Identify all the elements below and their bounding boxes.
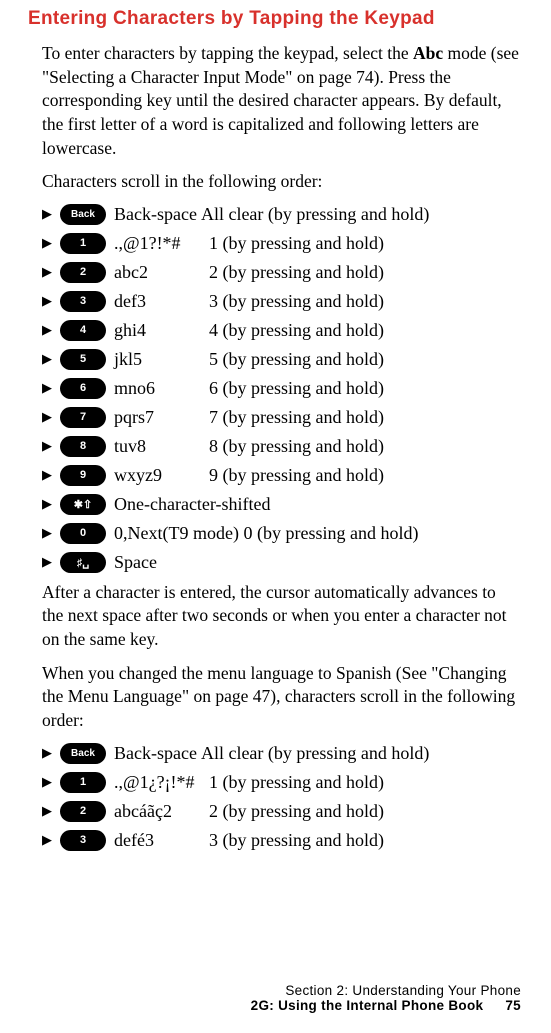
section-heading: Entering Characters by Tapping the Keypa… — [28, 8, 521, 30]
desc-2: 2 (by pressing and hold) — [209, 262, 521, 283]
chars-3-es: defé3 — [114, 830, 209, 851]
chars-7: pqrs7 — [114, 407, 209, 428]
list-marker-icon: ▶ — [42, 438, 54, 454]
desc-6: 6 (by pressing and hold) — [209, 378, 521, 399]
keycap-1-icon: 1 — [60, 233, 106, 254]
keycap-2-icon: 2 — [60, 262, 106, 283]
chars-back-es: Back-space — [114, 743, 197, 764]
chars-2: abc2 — [114, 262, 209, 283]
list-marker-icon: ▶ — [42, 774, 54, 790]
desc-back: All clear (by pressing and hold) — [201, 204, 521, 225]
key-item-star: ▶ ✱⇧ One-character-shifted — [42, 494, 521, 515]
scroll-order-paragraph: Characters scroll in the following order… — [42, 170, 521, 194]
key-item-4: ▶ 4 ghi4 4 (by pressing and hold) — [42, 320, 521, 341]
desc-4: 4 (by pressing and hold) — [209, 320, 521, 341]
key-item-2: ▶ 2 abc2 2 (by pressing and hold) — [42, 262, 521, 283]
key-item-back-es: ▶ Back Back-space All clear (by pressing… — [42, 743, 521, 764]
footer-section: Section 2: Understanding Your Phone — [251, 983, 521, 998]
key-item-1-es: ▶ 1 .,@1¿?¡!*# 1 (by pressing and hold) — [42, 772, 521, 793]
key-item-7: ▶ 7 pqrs7 7 (by pressing and hold) — [42, 407, 521, 428]
list-marker-icon: ▶ — [42, 206, 54, 222]
chars-back: Back-space — [114, 204, 197, 225]
key-item-3-es: ▶ 3 defé3 3 (by pressing and hold) — [42, 830, 521, 851]
key-item-5: ▶ 5 jkl5 5 (by pressing and hold) — [42, 349, 521, 370]
page-number: 75 — [505, 998, 521, 1013]
desc-1: 1 (by pressing and hold) — [209, 233, 521, 254]
key-item-8: ▶ 8 tuv8 8 (by pressing and hold) — [42, 436, 521, 457]
keycap-2-icon: 2 — [60, 801, 106, 822]
chars-4: ghi4 — [114, 320, 209, 341]
intro-paragraph: To enter characters by tapping the keypa… — [42, 42, 521, 160]
list-marker-icon: ▶ — [42, 409, 54, 425]
chars-0: 0,Next(T9 mode) 0 (by pressing and hold) — [114, 523, 521, 544]
desc-3-es: 3 (by pressing and hold) — [209, 830, 521, 851]
keycap-8-icon: 8 — [60, 436, 106, 457]
keycap-9-icon: 9 — [60, 465, 106, 486]
keycap-6-icon: 6 — [60, 378, 106, 399]
desc-7: 7 (by pressing and hold) — [209, 407, 521, 428]
keycap-3-icon: 3 — [60, 291, 106, 312]
key-list-english: ▶ Back Back-space All clear (by pressing… — [42, 204, 521, 573]
list-marker-icon: ▶ — [42, 554, 54, 570]
keycap-5-icon: 5 — [60, 349, 106, 370]
keycap-7-icon: 7 — [60, 407, 106, 428]
list-marker-icon: ▶ — [42, 496, 54, 512]
list-marker-icon: ▶ — [42, 803, 54, 819]
desc-9: 9 (by pressing and hold) — [209, 465, 521, 486]
key-item-3: ▶ 3 def3 3 (by pressing and hold) — [42, 291, 521, 312]
footer-subsection-text: 2G: Using the Internal Phone Book — [251, 998, 484, 1013]
chars-1: .,@1?!*# — [114, 233, 209, 254]
keycap-star-icon: ✱⇧ — [60, 494, 106, 515]
intro-bold: Abc — [413, 43, 443, 63]
chars-star: One-character-shifted — [114, 494, 521, 515]
chars-6: mno6 — [114, 378, 209, 399]
list-marker-icon: ▶ — [42, 322, 54, 338]
key-item-9: ▶ 9 wxyz9 9 (by pressing and hold) — [42, 465, 521, 486]
desc-3: 3 (by pressing and hold) — [209, 291, 521, 312]
page-footer: Section 2: Understanding Your Phone 2G: … — [251, 983, 521, 1013]
desc-8: 8 (by pressing and hold) — [209, 436, 521, 457]
key-item-2-es: ▶ 2 abcáãç2 2 (by pressing and hold) — [42, 801, 521, 822]
list-marker-icon: ▶ — [42, 293, 54, 309]
footer-subsection: 2G: Using the Internal Phone Book 75 — [251, 998, 521, 1013]
list-marker-icon: ▶ — [42, 235, 54, 251]
key-item-0: ▶ 0 0,Next(T9 mode) 0 (by pressing and h… — [42, 523, 521, 544]
key-item-back: ▶ Back Back-space All clear (by pressing… — [42, 204, 521, 225]
list-marker-icon: ▶ — [42, 351, 54, 367]
keycap-back-icon: Back — [60, 204, 106, 225]
desc-5: 5 (by pressing and hold) — [209, 349, 521, 370]
chars-2-es: abcáãç2 — [114, 801, 209, 822]
chars-pound: Space — [114, 552, 521, 573]
keycap-4-icon: 4 — [60, 320, 106, 341]
after-character-paragraph: After a character is entered, the cursor… — [42, 581, 521, 652]
key-list-spanish: ▶ Back Back-space All clear (by pressing… — [42, 743, 521, 851]
intro-pre: To enter characters by tapping the keypa… — [42, 43, 413, 63]
spanish-paragraph: When you changed the menu language to Sp… — [42, 662, 521, 733]
chars-3: def3 — [114, 291, 209, 312]
keycap-pound-icon: ♯␣ — [60, 552, 106, 573]
chars-8: tuv8 — [114, 436, 209, 457]
list-marker-icon: ▶ — [42, 525, 54, 541]
keycap-0-icon: 0 — [60, 523, 106, 544]
desc-back-es: All clear (by pressing and hold) — [201, 743, 521, 764]
keycap-back-icon: Back — [60, 743, 106, 764]
desc-2-es: 2 (by pressing and hold) — [209, 801, 521, 822]
list-marker-icon: ▶ — [42, 264, 54, 280]
keycap-1-icon: 1 — [60, 772, 106, 793]
chars-9: wxyz9 — [114, 465, 209, 486]
key-item-6: ▶ 6 mno6 6 (by pressing and hold) — [42, 378, 521, 399]
chars-5: jkl5 — [114, 349, 209, 370]
list-marker-icon: ▶ — [42, 745, 54, 761]
desc-1-es: 1 (by pressing and hold) — [209, 772, 521, 793]
chars-1-es: .,@1¿?¡!*# — [114, 772, 209, 793]
keycap-3-icon: 3 — [60, 830, 106, 851]
list-marker-icon: ▶ — [42, 832, 54, 848]
key-item-1: ▶ 1 .,@1?!*# 1 (by pressing and hold) — [42, 233, 521, 254]
list-marker-icon: ▶ — [42, 467, 54, 483]
list-marker-icon: ▶ — [42, 380, 54, 396]
key-item-pound: ▶ ♯␣ Space — [42, 552, 521, 573]
